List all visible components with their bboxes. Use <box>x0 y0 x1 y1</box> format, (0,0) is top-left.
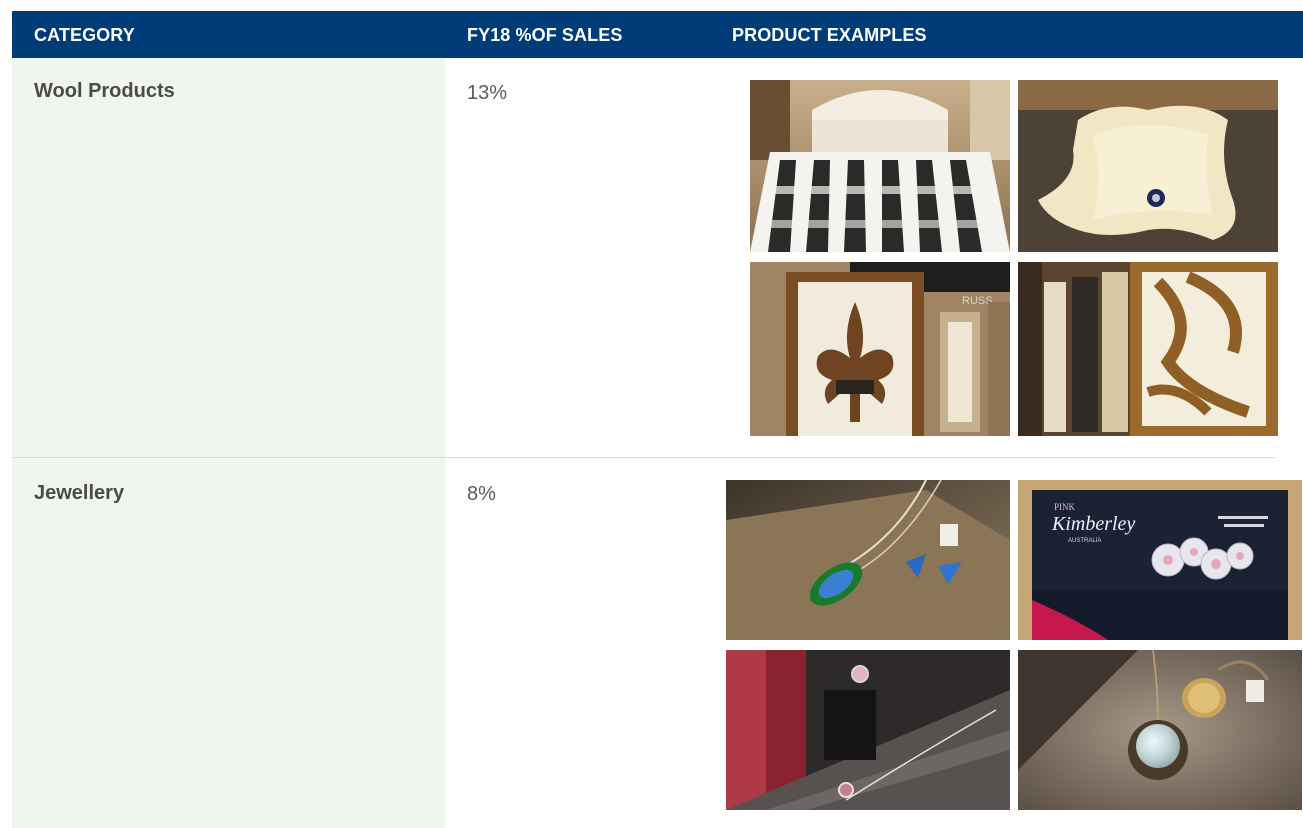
striped-fur-bedspread-photo <box>750 80 1010 252</box>
percent-jewellery: 8% <box>467 483 496 505</box>
header-category: CATEGORY <box>34 25 135 45</box>
category-wool-products: Wool Products <box>34 80 175 102</box>
row-divider <box>12 457 1275 458</box>
header-sales-percent: FY18 %OF SALES <box>467 25 623 45</box>
category-column <box>12 58 445 828</box>
brand-line2: Kimberley <box>1051 513 1135 535</box>
percent-wool-products: 13% <box>467 82 508 104</box>
opal-pendant-earrings-photo <box>726 480 1010 640</box>
category-jewellery: Jewellery <box>34 482 125 504</box>
pink-kimberley-display-photo: PINK Kimberley AUSTRALIA <box>1018 480 1302 640</box>
brand-line1: PINK <box>1054 502 1076 512</box>
brand-line3: AUSTRALIA <box>1068 538 1101 544</box>
diamond-ring-necklace-photo <box>726 650 1010 810</box>
table-header: CATEGORY FY18 %OF SALES PRODUCT EXAMPLES <box>12 11 1303 58</box>
zebra-pattern-rug-photo <box>1018 262 1278 436</box>
fleur-de-lis-rug-photo: RUSS <box>750 262 1010 436</box>
store-sign-text: RUSS <box>962 295 993 307</box>
sheepskin-rug-photo <box>1018 80 1278 252</box>
opal-pendant-ring-photo <box>1018 650 1302 810</box>
header-product-examples: PRODUCT EXAMPLES <box>732 25 927 45</box>
